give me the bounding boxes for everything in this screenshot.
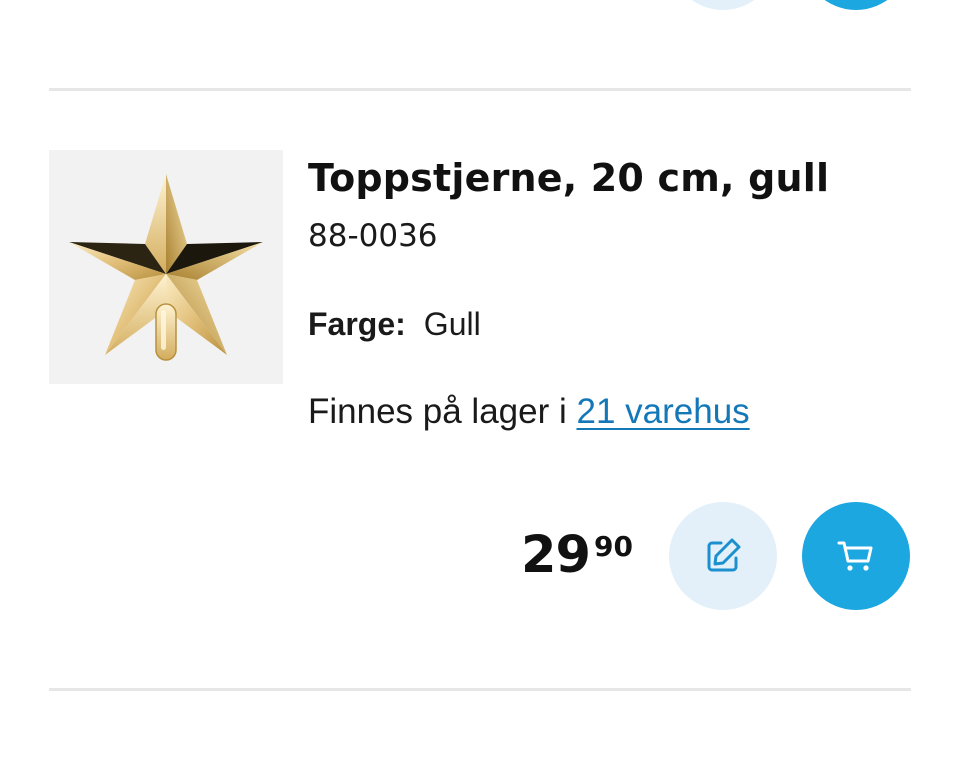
previous-cart-button[interactable] [802, 0, 910, 10]
add-note-button[interactable] [669, 502, 777, 610]
edit-icon [707, 538, 741, 572]
color-value: Gull [423, 306, 481, 342]
color-attribute: Farge: Gull [308, 303, 481, 345]
previous-note-button[interactable] [669, 0, 777, 10]
product-image[interactable] [49, 150, 283, 384]
shopping-cart-icon [837, 541, 873, 571]
star-icon [69, 174, 263, 361]
price-decimals: 90 [593, 530, 633, 563]
color-label: Farge: [308, 306, 406, 342]
add-to-cart-button[interactable] [802, 502, 910, 610]
product-sku: 88-0036 [308, 218, 438, 254]
stock-stores-link[interactable]: 21 varehus [576, 392, 749, 431]
divider [49, 688, 911, 691]
price-main: 29 [521, 526, 591, 585]
price: 29 90 [521, 526, 633, 586]
product-title[interactable]: Toppstjerne, 20 cm, gull [308, 153, 829, 203]
stock-text: Finnes på lager i [308, 392, 577, 431]
stock-status: Finnes på lager i 21 varehus [308, 390, 750, 434]
divider [49, 88, 911, 91]
